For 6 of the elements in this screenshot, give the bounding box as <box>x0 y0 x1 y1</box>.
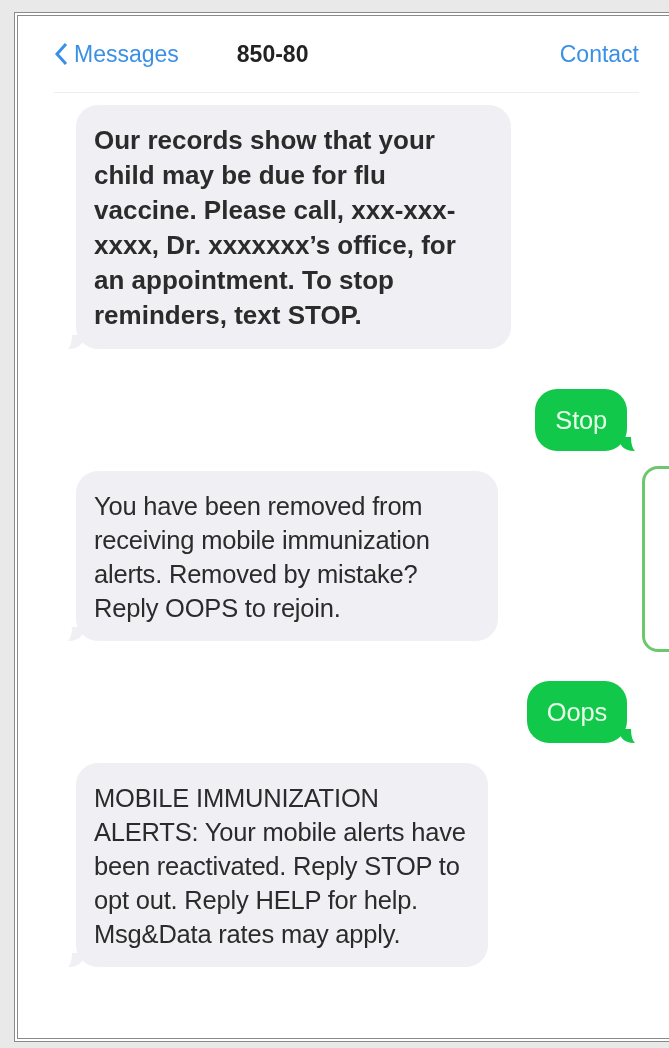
bubble-tail-icon <box>621 437 635 451</box>
conversation-title: 850-80 <box>236 40 309 68</box>
back-button[interactable]: Messages <box>54 40 179 68</box>
bubble-tail-icon <box>621 729 635 743</box>
contact-button[interactable]: Contact <box>559 40 639 68</box>
back-chevron-icon <box>54 42 68 66</box>
